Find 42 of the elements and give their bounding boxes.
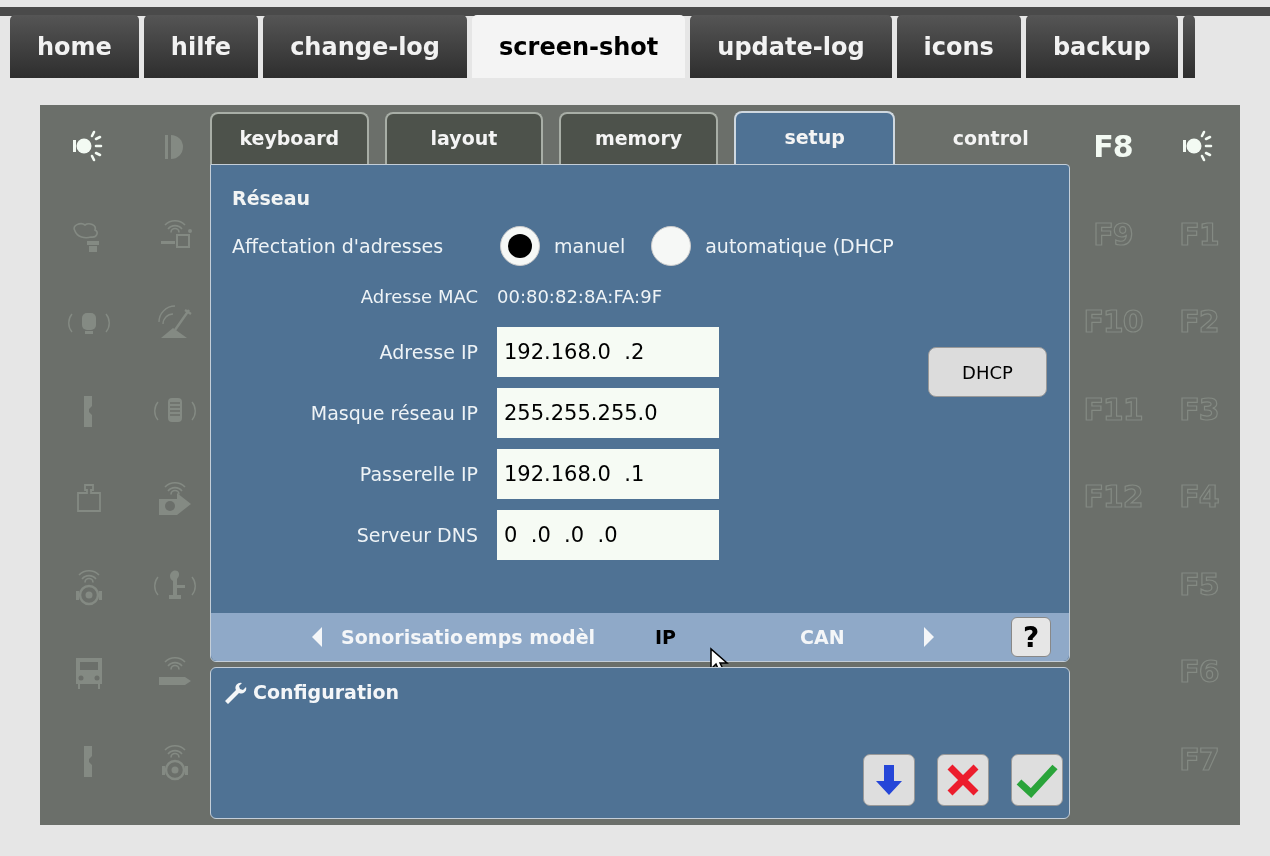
field-label: Adresse MAC — [359, 284, 478, 309]
site-tab[interactable]: screen-shot — [472, 15, 686, 78]
right-arrow-icon[interactable] — [922, 627, 935, 647]
device-tab[interactable]: keyboard — [210, 112, 369, 164]
left-arrow-icon[interactable] — [311, 627, 323, 647]
dhcp-button[interactable]: DHCP — [928, 347, 1047, 397]
radio-button[interactable] — [500, 226, 540, 266]
help-button[interactable]: ? — [1011, 617, 1051, 657]
panel-title: Configuration — [253, 681, 400, 703]
field-label: Adresse IP — [378, 341, 478, 363]
site-tab[interactable]: home — [10, 15, 139, 78]
site-tab[interactable]: hilfe — [143, 15, 259, 78]
close-icon — [946, 763, 980, 797]
confirm-button[interactable] — [1011, 754, 1063, 806]
device-tab[interactable]: layout — [384, 112, 544, 164]
input-field[interactable]: 192.168.0 .2 — [497, 327, 719, 377]
section-title: Réseau — [232, 187, 312, 209]
device-tab[interactable]: memory — [559, 112, 718, 164]
radio-label: automatique (DHCP — [705, 235, 894, 257]
radio-button[interactable] — [651, 226, 692, 266]
cancel-button[interactable] — [937, 754, 989, 806]
site-tab[interactable]: update-log — [690, 15, 892, 78]
device-tab[interactable]: setup — [733, 111, 896, 164]
input-field[interactable]: 0 .0 .0 .0 — [497, 510, 719, 560]
field-label: Masque réseau IP — [309, 402, 478, 424]
mac-address: 00:80:82:8A:FA:9F — [497, 284, 663, 309]
site-tab[interactable]: backup — [1025, 15, 1178, 78]
input-field[interactable]: 255.255.255.0 — [497, 388, 719, 438]
function-key[interactable]: F8 — [1093, 125, 1133, 169]
field-label: Passerelle IP — [358, 463, 478, 485]
site-tab[interactable]: icons — [896, 15, 1021, 78]
device-tab[interactable]: control — [911, 112, 1071, 164]
site-tab[interactable]: change-log — [263, 15, 468, 78]
wrench-icon — [223, 680, 247, 704]
input-field[interactable]: 192.168.0 .1 — [497, 449, 719, 499]
field-label: Serveur DNS — [355, 524, 478, 546]
site-tab[interactable] — [1182, 15, 1195, 78]
submenu-item[interactable]: IP — [655, 626, 677, 648]
field-label: Affectation d'adresses — [232, 235, 445, 257]
radio-label: manuel — [554, 235, 626, 257]
download-button[interactable] — [863, 754, 915, 806]
check-icon — [1015, 762, 1059, 798]
